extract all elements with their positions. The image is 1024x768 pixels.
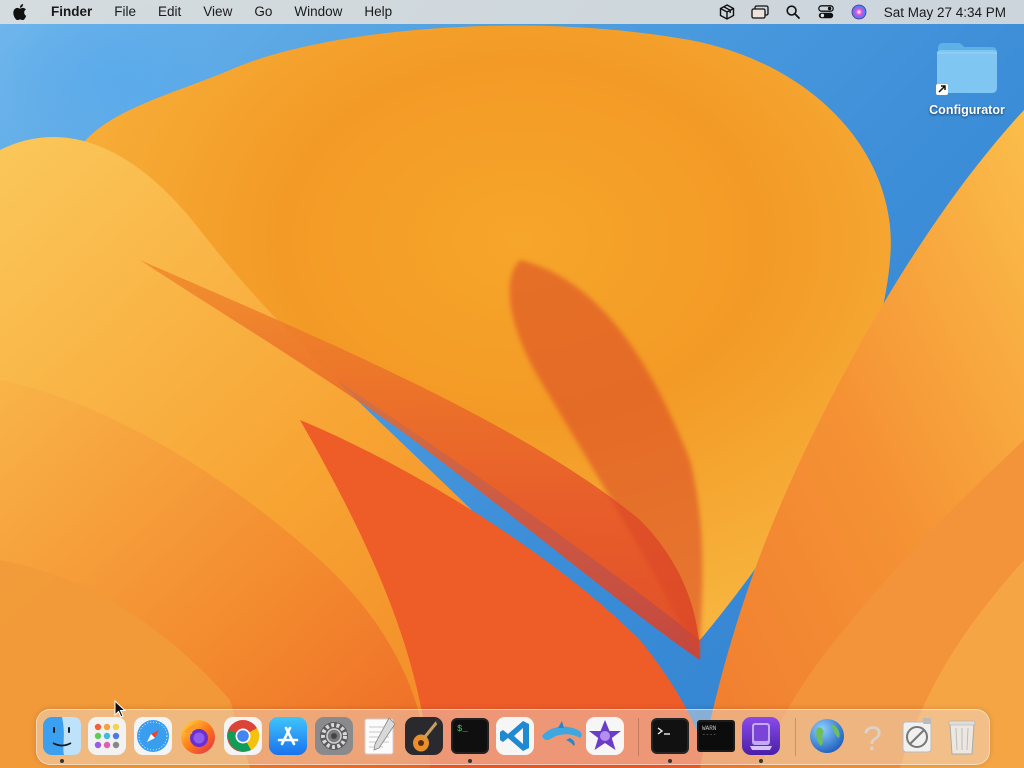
mouse-cursor-icon	[114, 700, 126, 718]
running-indicator	[668, 759, 672, 763]
menu-edit[interactable]: Edit	[147, 0, 192, 24]
desktop-folder-configurator[interactable]: Configurator	[922, 40, 1012, 117]
svg-text:?: ?	[863, 720, 882, 756]
dock-app-store-icon[interactable]	[268, 716, 308, 756]
desktop-folder-label: Configurator	[929, 103, 1005, 117]
svg-text:$_: $_	[457, 724, 468, 734]
menu-view[interactable]: View	[192, 0, 243, 24]
dock-launchpad-icon[interactable]	[87, 716, 127, 756]
menu-help[interactable]: Help	[353, 0, 403, 24]
dock-system-preferences-icon[interactable]	[314, 716, 354, 756]
search-icon[interactable]	[777, 0, 810, 24]
menu-app-name[interactable]: Finder	[40, 0, 103, 24]
dock-safari-icon[interactable]	[133, 716, 173, 756]
package-icon[interactable]	[711, 0, 744, 24]
menu-window[interactable]: Window	[283, 0, 353, 24]
running-indicator	[759, 759, 763, 763]
dock-garageband-icon[interactable]	[404, 716, 444, 756]
apple-menu-icon[interactable]	[0, 0, 40, 24]
dock-separator	[795, 718, 796, 756]
dock-finder-icon[interactable]	[42, 716, 82, 756]
dock-dolphin-icon[interactable]	[540, 716, 582, 756]
running-indicator	[468, 759, 472, 763]
control-center-icon[interactable]	[810, 0, 843, 24]
dock-textedit-icon[interactable]	[359, 716, 399, 756]
dock-separator	[638, 718, 639, 756]
dock-trash-icon[interactable]	[942, 716, 982, 756]
menu-go[interactable]: Go	[243, 0, 283, 24]
dock-console-icon[interactable]: WARN ----	[696, 716, 736, 756]
dock-imovie-icon[interactable]	[585, 716, 625, 756]
menu-file[interactable]: File	[103, 0, 147, 24]
svg-text:----: ----	[702, 731, 716, 738]
window-stack-icon[interactable]	[744, 0, 777, 24]
dock-vscode-icon[interactable]	[495, 716, 535, 756]
menu-bar: Finder File Edit View Go Window Help Sat…	[0, 0, 1024, 24]
dock-terminal-icon[interactable]: $_	[450, 716, 490, 756]
wallpaper	[0, 25, 1024, 768]
dock-chrome-icon[interactable]	[223, 716, 263, 756]
dock: $_ WARN ---- ?	[36, 709, 990, 765]
folder-icon	[936, 43, 997, 95]
menu-clock[interactable]: Sat May 27 4:34 PM	[876, 5, 1024, 20]
siri-icon[interactable]	[843, 0, 876, 24]
dock-firefox-icon[interactable]	[178, 716, 218, 756]
dock-apple-configurator-icon[interactable]	[741, 716, 781, 756]
dock-network-utility-icon[interactable]	[807, 716, 847, 756]
dock-terminal-2-icon[interactable]	[650, 716, 690, 756]
dock-screenshot-icon[interactable]	[897, 716, 937, 756]
dock-help-viewer-icon[interactable]: ?	[852, 716, 892, 758]
running-indicator	[60, 759, 64, 763]
desktop: Finder File Edit View Go Window Help Sat…	[0, 0, 1024, 768]
